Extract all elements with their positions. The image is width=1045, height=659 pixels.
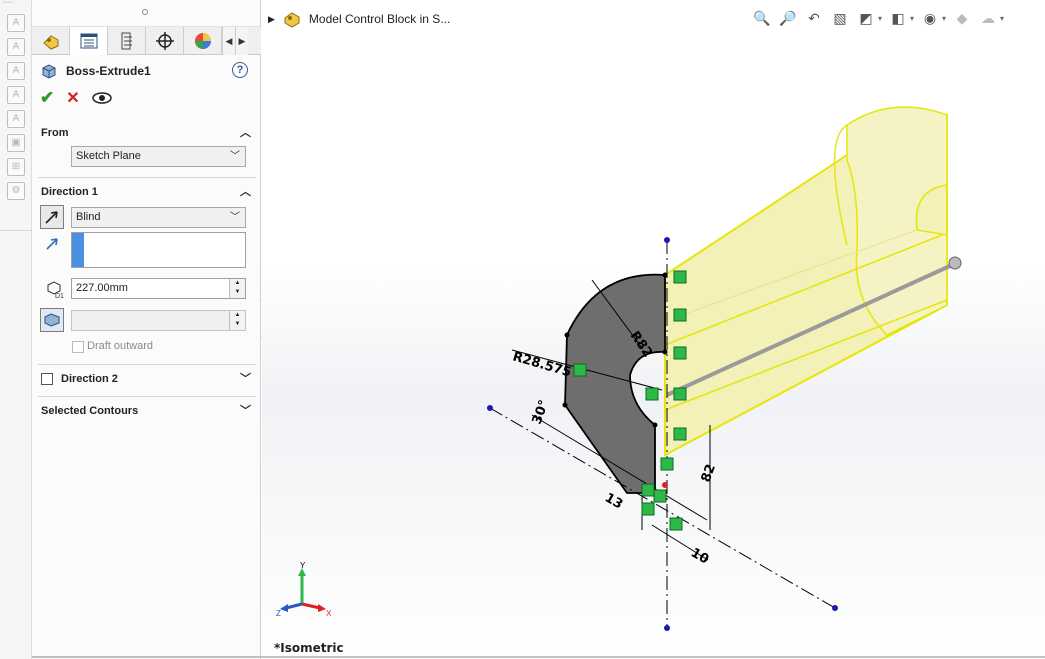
tab-scroll-right[interactable]: ▶ — [235, 27, 248, 55]
expand-chevron-icon[interactable]: ﹀ — [240, 400, 251, 422]
view-name-label: *Isometric — [274, 641, 344, 655]
dimension-13[interactable]: 13 — [602, 490, 625, 512]
section-direction1-label: Direction 1 — [41, 186, 98, 198]
strip-grip[interactable]: ········ — [0, 0, 31, 8]
expand-chevron-icon[interactable]: ﹀ — [240, 368, 251, 390]
datum-feature-icon[interactable]: ⊞ — [7, 158, 25, 176]
start-condition-select[interactable]: Sketch Plane ﹀ — [71, 146, 246, 167]
ok-button[interactable]: ✔ — [40, 88, 54, 108]
draft-toggle-button[interactable] — [40, 308, 64, 332]
section-from[interactable]: From ︿ — [32, 122, 261, 144]
weld-symbol-icon[interactable]: A — [7, 110, 25, 128]
depth-icon-label: D1 — [55, 293, 64, 299]
dimension-angle[interactable]: 30° — [530, 398, 553, 426]
dimension-10[interactable]: 10 — [688, 545, 711, 567]
triad-y-label: Y — [300, 562, 306, 570]
divider — [38, 396, 256, 397]
surface-finish-icon[interactable]: A — [7, 86, 25, 104]
note-icon[interactable]: A — [7, 38, 25, 56]
bottom-border — [32, 656, 1045, 658]
start-condition-value: Sketch Plane — [76, 150, 141, 162]
strip-separator — [0, 230, 32, 231]
extruded-body[interactable] — [664, 106, 948, 457]
dimxpert-icon — [155, 32, 174, 50]
section-direction2[interactable]: Direction 2 ﹀ — [52, 368, 261, 390]
draft-outward-checkbox[interactable] — [72, 341, 84, 353]
triad-x-label: X — [326, 609, 332, 618]
tab-display-manager[interactable] — [184, 27, 222, 55]
reverse-direction-button[interactable] — [40, 205, 64, 229]
end-condition-value: Blind — [76, 211, 101, 223]
configuration-manager-icon — [121, 32, 132, 50]
tab-scroll-left[interactable]: ◀ — [222, 27, 235, 55]
divider — [38, 177, 256, 178]
section-selected-contours[interactable]: Selected Contours ﹀ — [32, 400, 261, 422]
chevron-down-icon: ﹀ — [230, 212, 240, 223]
property-manager-panel: ◀ ▶ Boss-Extrude1 ? ✔ ✕ From ︿ Sketch Pl… — [32, 0, 261, 659]
property-manager-icon — [80, 33, 97, 49]
reference-triad: Y X Z — [276, 562, 332, 618]
detailed-preview-eye-icon[interactable] — [91, 91, 112, 105]
section-direction1[interactable]: Direction 1 ︿ — [32, 181, 261, 203]
feature-manager-icon — [42, 35, 58, 50]
depth-spinner[interactable]: ▲ ▼ — [229, 279, 245, 298]
model-viewport: R82 R28.575 30° 13 10 82 — [487, 106, 962, 631]
cancel-button[interactable]: ✕ — [66, 88, 79, 108]
geometric-tolerance-icon[interactable]: ⚙ — [7, 182, 25, 200]
panel-top-grip[interactable] — [32, 0, 260, 27]
manager-tabs: ◀ ▶ — [32, 27, 261, 55]
solidworks-window: ········ A A A A A ▣ ⊞ ⚙ ◀ ▶ Boss-Extrud… — [0, 0, 1045, 659]
smart-dimension-icon[interactable]: A — [7, 14, 25, 32]
tab-dimxpert-manager[interactable] — [146, 27, 184, 55]
draft-outward-label: Draft outward — [87, 340, 154, 352]
tab-configuration-manager[interactable] — [108, 27, 146, 55]
section-selected-contours-label: Selected Contours — [41, 405, 139, 417]
draft-icon — [44, 313, 60, 327]
task-icon-strip: ········ A A A A A ▣ ⊞ ⚙ — [0, 0, 32, 659]
divider — [38, 364, 256, 365]
section-direction2-label: Direction 2 — [61, 373, 118, 385]
draft-spinner[interactable]: ▲ ▼ — [229, 311, 245, 330]
collapse-chevron-icon[interactable]: ︿ — [240, 181, 251, 203]
boss-extrude-icon — [42, 64, 56, 79]
selection-active-indicator — [72, 233, 84, 267]
reverse-direction-icon — [45, 211, 58, 224]
dimension-r28[interactable]: R28.575 — [511, 349, 573, 380]
direction-selection-box[interactable] — [71, 232, 246, 268]
display-manager-icon — [194, 33, 211, 49]
tab-property-manager[interactable] — [70, 27, 108, 55]
section-from-label: From — [41, 127, 69, 139]
chevron-down-icon: ﹀ — [230, 151, 240, 162]
collapse-chevron-icon[interactable]: ︿ — [240, 122, 251, 144]
help-button[interactable]: ? — [232, 62, 248, 78]
feature-title: Boss-Extrude1 — [40, 62, 151, 80]
depth-input[interactable]: 227.00mm ▲ ▼ — [71, 278, 246, 299]
action-buttons: ✔ ✕ — [40, 88, 112, 108]
depth-value: 227.00mm — [76, 282, 128, 294]
end-condition-select[interactable]: Blind ﹀ — [71, 207, 246, 228]
tab-feature-manager[interactable] — [32, 27, 70, 55]
graphics-area[interactable]: ▶ Model Control Block in S... 🔍 🔎 ↶ ▧ ◩ … — [262, 0, 1045, 659]
triad-z-label: Z — [276, 609, 281, 618]
balloon-icon[interactable]: A — [7, 62, 25, 80]
depth-icon: D1 — [47, 281, 64, 299]
direction-of-extrusion-icon — [46, 238, 58, 250]
origin-point — [662, 482, 668, 488]
feature-title-text: Boss-Extrude1 — [66, 64, 151, 78]
dimension-82[interactable]: 82 — [699, 462, 719, 484]
draft-angle-input[interactable]: ▲ ▼ — [71, 310, 246, 331]
hole-callout-icon[interactable]: ▣ — [7, 134, 25, 152]
